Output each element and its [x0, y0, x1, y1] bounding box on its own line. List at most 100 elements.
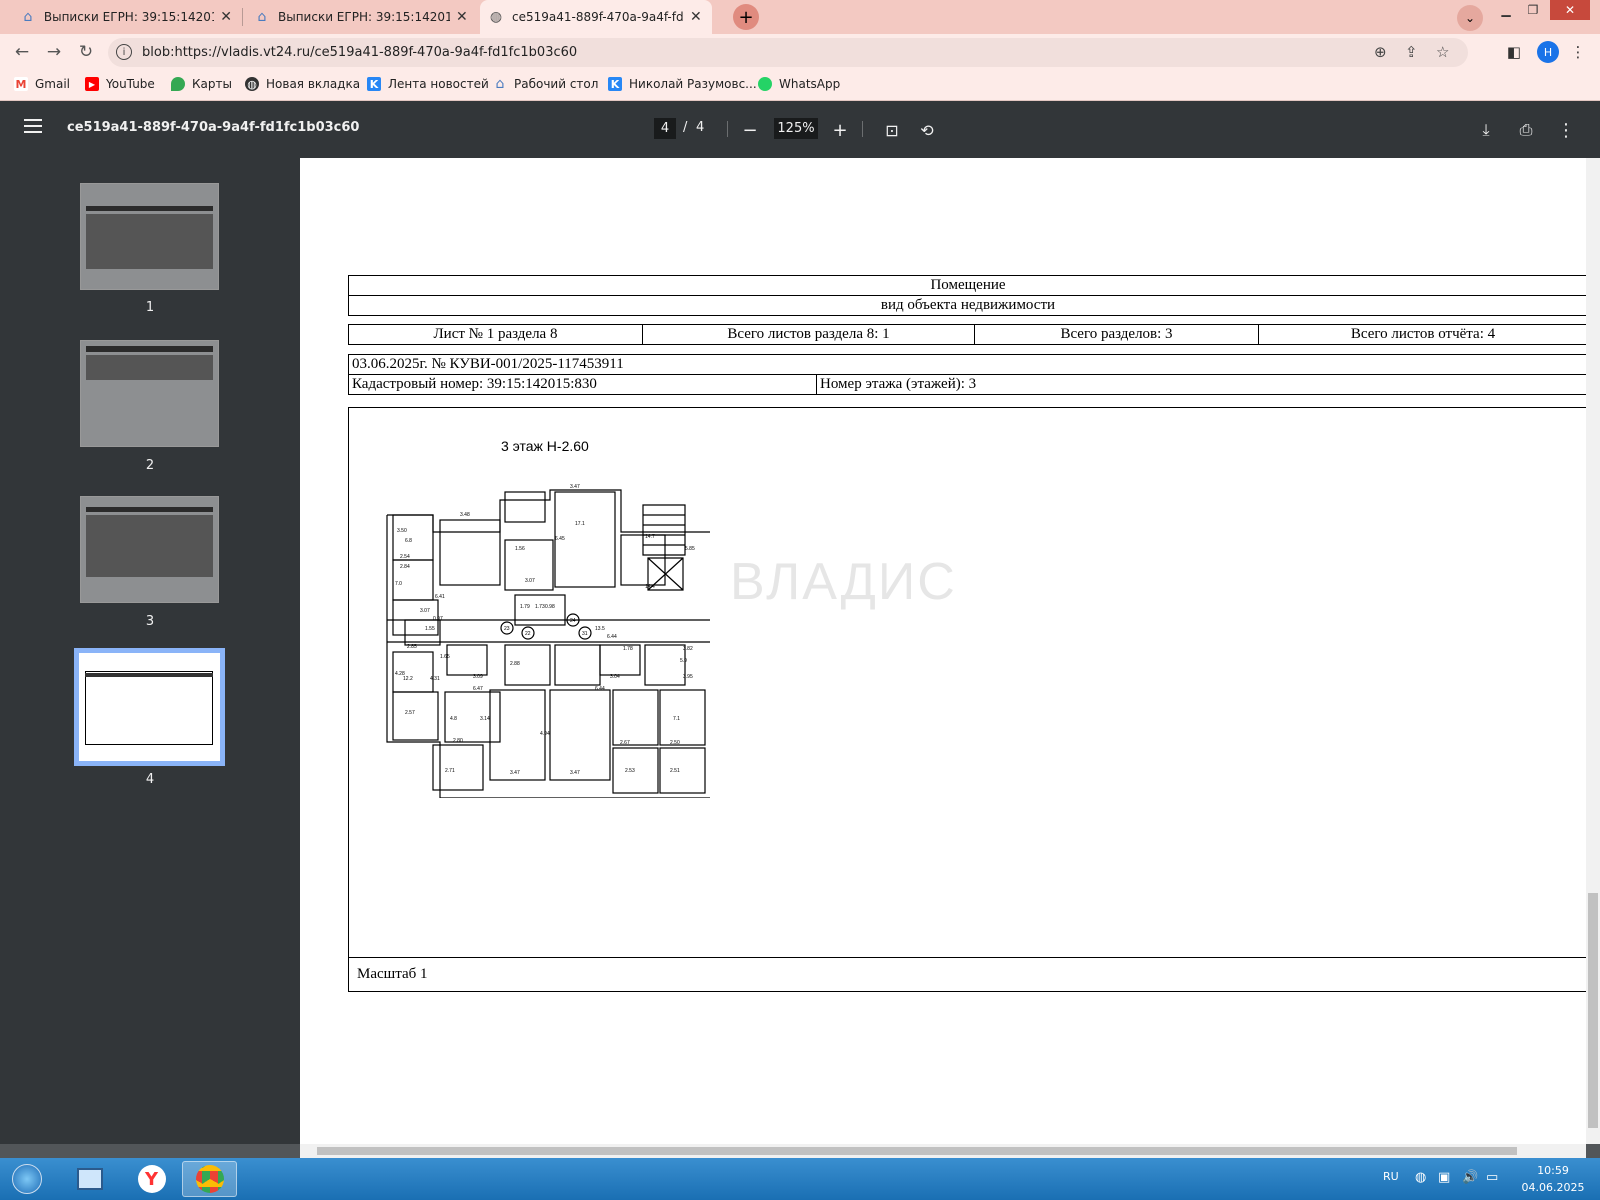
bookmark-youtube[interactable]: ▶ YouTube: [85, 77, 155, 91]
close-icon[interactable]: ✕: [690, 9, 702, 25]
bookmark-nikolai[interactable]: K Николай Разумовс...: [608, 77, 757, 91]
globe-icon: ◍: [489, 9, 503, 25]
bookmark-desktop[interactable]: ⌂ Рабочий стол: [493, 76, 599, 92]
close-icon[interactable]: ✕: [220, 9, 232, 25]
close-icon[interactable]: ✕: [456, 9, 468, 25]
language-indicator[interactable]: RU: [1383, 1170, 1399, 1183]
tab-egrn-2[interactable]: ⌂ Выписки ЕГРН: 39:15:142015:830 ✕: [246, 0, 476, 34]
tab-search-button[interactable]: ⌄: [1457, 5, 1483, 31]
reload-icon[interactable]: ↻: [74, 40, 98, 64]
more-options-icon[interactable]: ⋮: [1554, 118, 1578, 142]
taskbar-yandex-app[interactable]: Y: [124, 1161, 179, 1197]
new-tab-button[interactable]: +: [733, 4, 759, 30]
download-icon[interactable]: ⤓: [1474, 118, 1498, 142]
zoom-icon[interactable]: ⊕: [1374, 43, 1387, 61]
watermark-text: ВЛАДИС: [730, 553, 957, 611]
area-label: 5.9: [680, 658, 687, 664]
dimension-label: 3.48: [460, 512, 470, 518]
dimension-label: 2.53: [625, 768, 635, 774]
staircase: [642, 504, 686, 556]
keyboard-tray-icon[interactable]: ▣: [1438, 1170, 1450, 1185]
dimension-label: 6.44: [607, 634, 617, 640]
fit-to-page-icon[interactable]: ⊡: [880, 118, 904, 142]
side-panel-icon[interactable]: ◧: [1502, 40, 1526, 64]
dimension-label: 1.56: [515, 546, 525, 552]
network-tray-icon[interactable]: ◍: [1415, 1170, 1426, 1185]
browser-toolbar: ← → ↻ i blob:https://vladis.vt24.ru/ce51…: [0, 34, 1600, 70]
taskbar-chrome-app[interactable]: [182, 1161, 237, 1197]
dimension-label: 1.78: [623, 646, 633, 652]
dimension-label: 3.47: [510, 770, 520, 776]
dimension-label: 3.07: [420, 608, 430, 614]
info-icon[interactable]: i: [116, 44, 132, 60]
sections-count: Всего разделов: 3: [974, 324, 1259, 345]
minimize-icon[interactable]: ▁: [1495, 0, 1517, 20]
rotate-icon[interactable]: ⟲: [915, 118, 939, 142]
dimension-label: 3.95: [683, 674, 693, 680]
page-thumbnail-3[interactable]: [80, 496, 219, 603]
notification-icon[interactable]: ▭: [1486, 1170, 1498, 1185]
zoom-in-icon[interactable]: +: [828, 118, 852, 142]
pdf-filename: ce519a41-889f-470a-9a4f-fd1fc1b03c60: [67, 120, 360, 135]
tab-title: Выписки ЕГРН: 39:15:142015:830: [43, 10, 214, 24]
dimension-label: 1.65: [440, 654, 450, 660]
hamburger-menu-icon[interactable]: [24, 119, 42, 133]
restore-icon[interactable]: ❐: [1522, 0, 1544, 20]
page-separator: /: [683, 120, 688, 135]
sheets-in-report: Всего листов отчёта: 4: [1258, 324, 1586, 345]
bookmark-gmail[interactable]: M Gmail: [14, 77, 70, 91]
dimension-label: 3.09: [473, 674, 483, 680]
horizontal-scrollbar[interactable]: [300, 1144, 1586, 1158]
room: [504, 491, 546, 523]
tab-egrn-1[interactable]: ⌂ Выписки ЕГРН: 39:15:142015:830 ✕: [12, 0, 240, 34]
forward-icon[interactable]: →: [42, 40, 66, 64]
scroll-thumb[interactable]: [317, 1147, 1517, 1155]
floor-plan-title: 3 этаж Н-2.60: [501, 438, 589, 454]
bookmark-news-feed[interactable]: K Лента новостей: [367, 77, 489, 91]
bookmark-star-icon[interactable]: ☆: [1436, 43, 1449, 61]
share-icon[interactable]: ⇪: [1405, 43, 1418, 61]
system-clock[interactable]: 10:59 04.06.2025: [1518, 1162, 1588, 1196]
url-text[interactable]: blob:https://vladis.vt24.ru/ce519a41-889…: [142, 45, 577, 60]
volume-icon[interactable]: 🔊: [1462, 1170, 1478, 1185]
page-thumbnail-4[interactable]: [74, 648, 225, 766]
bookmark-label: Карты: [192, 77, 232, 91]
bookmarks-bar: M Gmail ▶ YouTube Карты ◍ Новая вкладка K Ле…: [0, 70, 1600, 101]
dimension-label: 3.50: [397, 528, 407, 534]
bookmark-new-tab[interactable]: ◍ Новая вкладка: [245, 77, 360, 91]
marker-label: 23: [504, 626, 510, 632]
profile-avatar[interactable]: Н: [1537, 41, 1559, 63]
close-window-icon[interactable]: ✕: [1550, 0, 1590, 20]
clock-date: 04.06.2025: [1521, 1181, 1585, 1194]
tab-separator: [242, 8, 243, 26]
scroll-thumb[interactable]: [1588, 893, 1598, 1128]
vk-icon: K: [608, 77, 622, 91]
dimension-label: 6.41: [435, 594, 445, 600]
taskbar-computer-app[interactable]: [62, 1161, 117, 1197]
dimension-label: 2.51: [670, 768, 680, 774]
address-bar[interactable]: i blob:https://vladis.vt24.ru/ce519a41-8…: [108, 38, 1468, 67]
page-thumbnail-2[interactable]: [80, 340, 219, 447]
chevron-down-icon: ⌄: [1464, 11, 1476, 25]
page-thumbnail-1[interactable]: [80, 183, 219, 290]
thumb-header: [85, 673, 213, 677]
tab-pdf-active[interactable]: ◍ ce519a41-889f-470a-9a4f-fd1fc1b03c60 ✕: [480, 0, 712, 34]
bookmark-label: WhatsApp: [779, 77, 841, 91]
back-icon[interactable]: ←: [10, 40, 34, 64]
page-number-input[interactable]: 4: [654, 118, 676, 139]
zoom-out-icon[interactable]: −: [738, 118, 762, 142]
area-label: 13.5: [595, 626, 605, 632]
room: [599, 644, 641, 676]
vertical-scrollbar[interactable]: [1586, 158, 1600, 1144]
dimension-label: 6.47: [473, 686, 483, 692]
start-button[interactable]: [2, 1161, 52, 1197]
area-label: 17.1: [575, 521, 585, 527]
dimension-label: 4.94: [540, 731, 550, 737]
bookmark-whatsapp[interactable]: WhatsApp: [758, 77, 840, 91]
more-menu-icon[interactable]: ⋮: [1566, 40, 1590, 64]
print-icon[interactable]: ⎙: [1514, 118, 1538, 142]
whatsapp-icon: [758, 77, 772, 91]
dimension-label: 2.85: [407, 644, 417, 650]
zoom-level-input[interactable]: 125%: [774, 118, 818, 139]
bookmark-maps[interactable]: Карты: [171, 77, 232, 91]
